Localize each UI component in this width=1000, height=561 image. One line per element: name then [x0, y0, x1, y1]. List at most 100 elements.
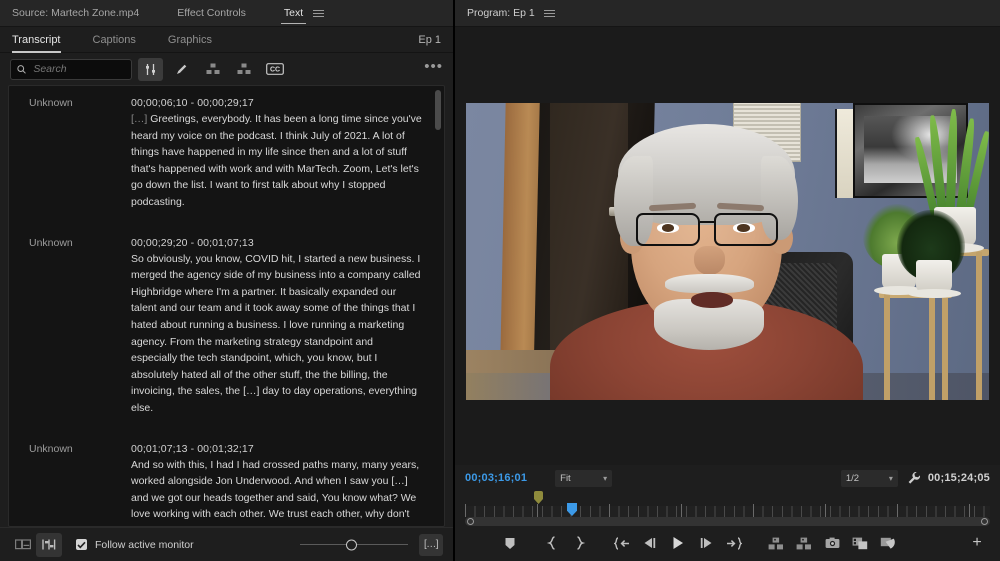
panel-menu-icon[interactable] — [313, 9, 325, 17]
transcript-scrollbar-thumb[interactable] — [435, 90, 441, 130]
go-to-in-button[interactable] — [608, 530, 636, 556]
tab-graphics-label: Graphics — [167, 33, 212, 46]
comparison-view-button[interactable] — [846, 530, 874, 556]
merge-clips-icon — [206, 63, 219, 74]
program-monitor-stage[interactable] — [455, 27, 1000, 465]
speaker-filter-button[interactable] — [138, 57, 163, 81]
settings-button[interactable] — [907, 471, 921, 485]
edit-transcript-button[interactable] — [169, 58, 194, 81]
waveform-view-icon — [42, 539, 56, 550]
current-timecode[interactable]: 00;03;16;01 — [465, 472, 527, 484]
lift-button[interactable] — [762, 530, 790, 556]
text-subtabbar: Transcript Captions Graphics Ep 1 — [0, 27, 453, 53]
program-monitor-scrubber[interactable] — [455, 491, 1000, 526]
mark-out-icon — [577, 536, 586, 550]
tab-transcript[interactable]: Transcript — [12, 27, 61, 53]
scene-stand-leg — [884, 293, 891, 400]
tab-effect-controls[interactable]: Effect Controls — [177, 0, 246, 27]
step-back-button[interactable] — [636, 530, 664, 556]
segment-text-body: And so with this, I had I had crossed pa… — [131, 458, 420, 527]
checkmark-icon — [77, 541, 86, 548]
multicam-button[interactable] — [874, 530, 902, 556]
scene-person-nose — [693, 245, 725, 276]
tab-text[interactable]: Text — [280, 0, 307, 27]
search-box[interactable] — [10, 58, 132, 80]
segment-text[interactable]: So obviously, you know, COVID hit, I sta… — [131, 251, 422, 417]
go-to-out-button[interactable] — [720, 530, 748, 556]
segment-timecode[interactable]: 00;01;07;13 - 00;01;32;17 — [131, 441, 422, 457]
transcript-scroll-area[interactable]: Unknown 00;00;06;10 - 00;00;29;17 […] Gr… — [8, 85, 445, 527]
sequence-name-label: Ep 1 — [418, 33, 441, 46]
chevron-down-icon: ▾ — [603, 473, 608, 483]
mark-out-button[interactable] — [566, 530, 594, 556]
tab-graphics[interactable]: Graphics — [168, 27, 212, 53]
transcript-segment[interactable]: Unknown 00;00;29;20 - 00;01;07;13 So obv… — [9, 235, 428, 441]
playback-resolution-dropdown[interactable]: 1/2 ▾ — [840, 469, 898, 487]
wrench-icon — [908, 472, 920, 484]
program-monitor-panel: Program: Ep 1 00;03;16;01 Fit ▾ 1/2 ▾ 00… — [455, 0, 1000, 561]
program-monitor-transport: + — [455, 525, 1000, 561]
closed-captions-button[interactable]: CC — [262, 58, 287, 81]
transcript-overflow-menu[interactable]: ••• — [424, 59, 443, 76]
zoom-level-dropdown[interactable]: Fit ▾ — [555, 469, 613, 487]
step-back-icon — [644, 538, 656, 548]
tab-captions[interactable]: Captions — [93, 27, 136, 53]
scene-person-pupil-right — [737, 224, 750, 232]
add-marker-button[interactable] — [496, 530, 524, 556]
waveform-view-button[interactable] — [36, 532, 62, 557]
mark-in-icon — [546, 536, 555, 550]
step-forward-button[interactable] — [692, 530, 720, 556]
tab-source-monitor[interactable]: Source: Martech Zone.mp4 — [12, 0, 139, 27]
extract-button[interactable] — [790, 530, 818, 556]
tab-transcript-label: Transcript — [12, 33, 61, 46]
segment-text[interactable]: And so with this, I had I had crossed pa… — [131, 457, 422, 527]
scene-plant-saucer — [908, 288, 961, 299]
premiere-pro-window: Source: Martech Zone.mp4 Effect Controls… — [0, 0, 1000, 561]
play-stop-button[interactable] — [664, 530, 692, 556]
segment-speaker[interactable]: Unknown — [9, 441, 131, 527]
transcript-segment[interactable]: Unknown 00;00;06;10 - 00;00;29;17 […] Gr… — [9, 95, 428, 235]
closed-captions-icon: CC — [265, 63, 284, 75]
segment-text-body: So obviously, you know, COVID hit, I sta… — [131, 252, 421, 414]
extract-icon — [796, 537, 811, 549]
tab-captions-label: Captions — [92, 33, 136, 46]
transcript-segment[interactable]: Unknown 00;01;07;13 - 00;01;32;17 And so… — [9, 441, 428, 527]
slider-knob[interactable] — [346, 539, 357, 550]
duration-timecode[interactable]: 00;15;24;05 — [928, 472, 990, 484]
sequence-marker[interactable] — [534, 491, 543, 504]
segment-timecode[interactable]: 00;00;29;20 - 00;01;07;13 — [131, 235, 422, 251]
comparison-icon — [852, 537, 868, 549]
scene-person-mouth — [690, 291, 733, 308]
program-monitor-menu-icon[interactable] — [543, 9, 555, 17]
segment-speaker[interactable]: Unknown — [9, 235, 131, 417]
transcript-view-button[interactable] — [10, 533, 36, 557]
transcript-view-icon — [15, 539, 31, 550]
search-input[interactable] — [33, 63, 125, 75]
export-frame-button[interactable] — [818, 530, 846, 556]
segment-text[interactable]: […] Greetings, everybody. It has been a … — [131, 111, 422, 211]
scene-glasses-bridge — [700, 220, 715, 224]
button-editor-button[interactable]: + — [964, 530, 990, 556]
svg-text:CC: CC — [269, 67, 279, 74]
segment-speaker[interactable]: Unknown — [9, 95, 131, 211]
zoom-scrollbar-handle-right[interactable] — [981, 518, 988, 525]
mark-in-button[interactable] — [538, 530, 566, 556]
follow-active-monitor-checkbox[interactable] — [76, 539, 87, 550]
speaker-filter-icon — [146, 63, 155, 75]
scene-person-pupil-left — [661, 224, 675, 232]
transport-button-group — [496, 530, 902, 556]
transcript-options-button[interactable]: […] — [419, 533, 443, 556]
chevron-down-icon: ▾ — [888, 473, 893, 483]
zoom-level-label: Fit — [560, 472, 571, 484]
program-monitor-title[interactable]: Program: Ep 1 — [467, 7, 535, 19]
split-clips-button[interactable] — [231, 58, 256, 81]
video-preview[interactable] — [466, 103, 989, 400]
segment-body: 00;00;06;10 - 00;00;29;17 […] Greetings,… — [131, 95, 428, 211]
transcript-scrollbar[interactable] — [435, 90, 441, 520]
font-size-slider[interactable] — [300, 539, 408, 550]
tab-text-label: Text — [283, 7, 304, 19]
segment-timecode[interactable]: 00;00;06;10 - 00;00;29;17 — [131, 95, 422, 111]
zoom-scrollbar-handle-left[interactable] — [467, 518, 474, 525]
zoom-scrollbar[interactable] — [465, 517, 990, 526]
merge-clips-button[interactable] — [200, 58, 225, 81]
